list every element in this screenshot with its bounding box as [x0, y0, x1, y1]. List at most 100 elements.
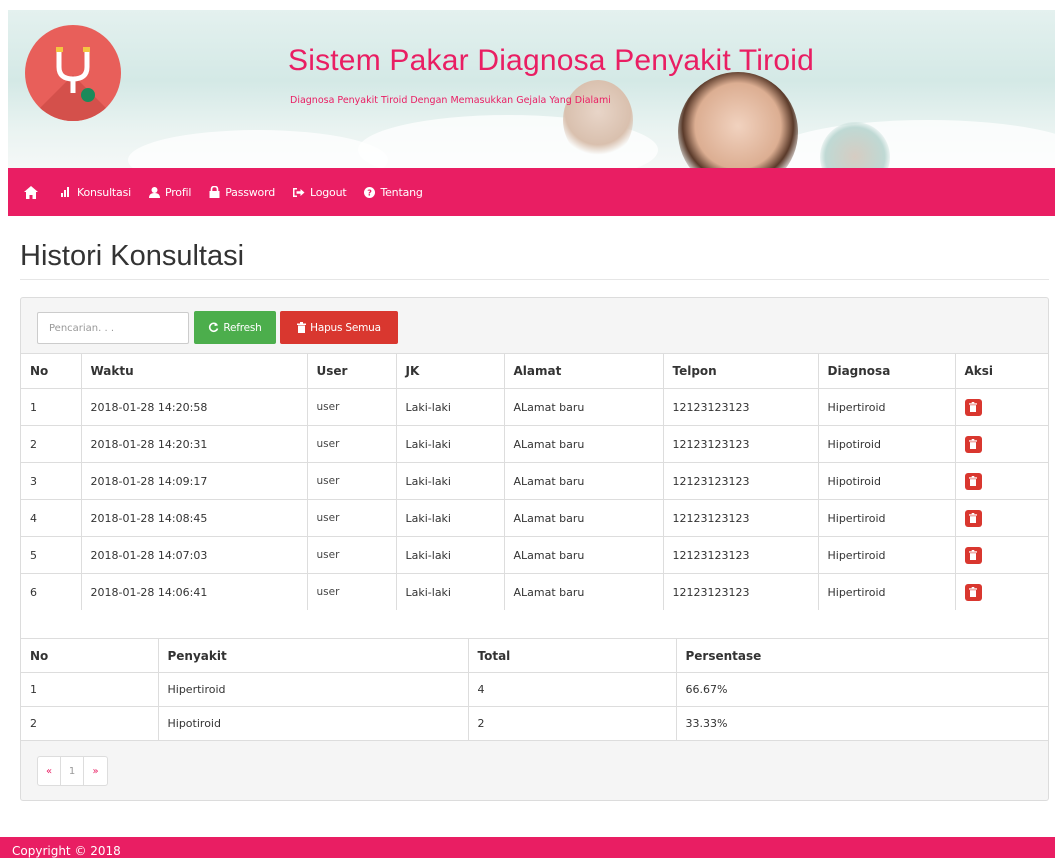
summary-cell-persentase: 66.67%: [676, 672, 1048, 707]
cell-aksi: [955, 388, 1048, 426]
nav-logout[interactable]: Logout: [293, 186, 347, 199]
banner-doctor-left: [563, 80, 633, 160]
summary-header-row: No Penyakit Total Persentase: [21, 638, 1048, 673]
delete-row-button[interactable]: [964, 583, 982, 601]
cell-waktu: 2018-01-28 14:06:41: [81, 573, 308, 611]
col-header-user: User: [307, 353, 397, 389]
banner-doctor-center: [678, 72, 798, 168]
nav-profil-label: Profil: [164, 185, 192, 199]
nav-konsultasi[interactable]: Konsultasi: [61, 186, 131, 199]
cell-user: user: [307, 499, 397, 537]
history-panel: Refresh Hapus Semua No Waktu User JK Ala…: [20, 297, 1049, 801]
delete-all-button[interactable]: Hapus Semua: [280, 311, 398, 344]
cell-user: user: [307, 388, 397, 426]
cell-no: 5: [21, 536, 82, 574]
cell-telpon: 12123123123: [663, 573, 819, 611]
search-input[interactable]: [37, 312, 189, 344]
cell-telpon: 12123123123: [663, 462, 819, 500]
summary-row: 2 Hipotiroid 2 33.33%: [21, 706, 1048, 741]
history-table: No Waktu User JK Alamat Telpon Diagnosa …: [21, 353, 1048, 611]
trash-icon: [969, 476, 977, 486]
cell-no: 6: [21, 573, 82, 611]
nav-password[interactable]: Password: [209, 186, 275, 199]
cell-jk: Laki-laki: [396, 462, 505, 500]
nav-tentang[interactable]: ? Tentang: [364, 185, 423, 199]
nav-tentang-label: Tentang: [380, 185, 423, 199]
cell-aksi: [955, 573, 1048, 611]
cell-alamat: ALamat baru: [504, 536, 664, 574]
cell-alamat: ALamat baru: [504, 462, 664, 500]
cell-telpon: 12123123123: [663, 388, 819, 426]
delete-row-button[interactable]: [964, 509, 982, 527]
cell-alamat: ALamat baru: [504, 573, 664, 611]
refresh-label: Refresh: [223, 321, 262, 334]
cell-jk: Laki-laki: [396, 388, 505, 426]
cell-diagnosa: Hipotiroid: [818, 425, 956, 463]
col-header-diagnosa: Diagnosa: [818, 353, 956, 389]
cell-telpon: 12123123123: [663, 499, 819, 537]
history-header-row: No Waktu User JK Alamat Telpon Diagnosa …: [21, 353, 1048, 389]
summary-cell-persentase: 33.33%: [676, 706, 1048, 741]
cell-user: user: [307, 573, 397, 611]
logout-icon: [293, 187, 305, 197]
history-row: 5 2018-01-28 14:07:03 user Laki-laki ALamat …: [21, 536, 1048, 574]
cell-waktu: 2018-01-28 14:08:45: [81, 499, 308, 537]
trash-icon: [969, 513, 977, 523]
cell-aksi: [955, 425, 1048, 463]
delete-row-button[interactable]: [964, 435, 982, 453]
cell-user: user: [307, 462, 397, 500]
pagination-next[interactable]: »: [84, 757, 107, 785]
site-subtitle: Diagnosa Penyakit Tiroid Dengan Memasukk…: [290, 95, 611, 106]
summary-cell-total: 2: [468, 706, 677, 741]
pagination-prev[interactable]: «: [38, 757, 61, 785]
delete-row-button[interactable]: [964, 398, 982, 416]
delete-all-label: Hapus Semua: [310, 321, 381, 334]
summary-cell-total: 4: [468, 672, 677, 707]
nav-profil[interactable]: Profil: [148, 185, 192, 199]
cell-alamat: ALamat baru: [504, 388, 664, 426]
trash-icon: [969, 439, 977, 449]
history-row: 6 2018-01-28 14:06:41 user Laki-laki ALamat …: [21, 573, 1048, 611]
title-divider: [20, 279, 1049, 280]
summary-cell-penyakit: Hipotiroid: [158, 706, 469, 741]
history-row: 2 2018-01-28 14:20:31 user Laki-laki ALamat …: [21, 425, 1048, 463]
cell-diagnosa: Hipertiroid: [818, 388, 956, 426]
refresh-icon: [209, 322, 219, 333]
page-title: Histori Konsultasi: [20, 240, 245, 272]
cell-telpon: 12123123123: [663, 536, 819, 574]
refresh-button[interactable]: Refresh: [194, 311, 276, 344]
cell-waktu: 2018-01-28 14:20:31: [81, 425, 308, 463]
cell-diagnosa: Hipertiroid: [818, 499, 956, 537]
cell-user: user: [307, 536, 397, 574]
summary-table: No Penyakit Total Persentase 1 Hipertiroi…: [21, 638, 1048, 741]
col-header-alamat: Alamat: [504, 353, 664, 389]
pagination-page-current[interactable]: 1: [61, 757, 84, 785]
cell-waktu: 2018-01-28 14:20:58: [81, 388, 308, 426]
summary-row: 1 Hipertiroid 4 66.67%: [21, 672, 1048, 707]
col-header-aksi: Aksi: [955, 353, 1048, 389]
delete-row-button[interactable]: [964, 546, 982, 564]
lock-icon: [209, 186, 220, 198]
cell-alamat: ALamat baru: [504, 499, 664, 537]
nav-home[interactable]: [24, 185, 43, 199]
trash-icon: [969, 587, 977, 597]
summary-cell-no: 1: [21, 672, 159, 707]
cell-no: 3: [21, 462, 82, 500]
delete-row-button[interactable]: [964, 472, 982, 490]
summary-header-total: Total: [468, 638, 677, 673]
cell-telpon: 12123123123: [663, 425, 819, 463]
pagination: « 1 »: [37, 756, 108, 786]
cell-waktu: 2018-01-28 14:07:03: [81, 536, 308, 574]
col-header-telpon: Telpon: [663, 353, 819, 389]
summary-cell-no: 2: [21, 706, 159, 741]
col-header-waktu: Waktu: [81, 353, 308, 389]
cell-aksi: [955, 462, 1048, 500]
nav-password-label: Password: [225, 185, 275, 199]
cell-jk: Laki-laki: [396, 573, 505, 611]
header-banner: Sistem Pakar Diagnosa Penyakit Tiroid Di…: [8, 10, 1055, 168]
cell-aksi: [955, 536, 1048, 574]
question-circle-icon: ?: [364, 186, 376, 198]
table-spacer: [21, 610, 1048, 638]
footer-copyright: Copyright © 2018: [12, 844, 121, 858]
cell-alamat: ALamat baru: [504, 425, 664, 463]
